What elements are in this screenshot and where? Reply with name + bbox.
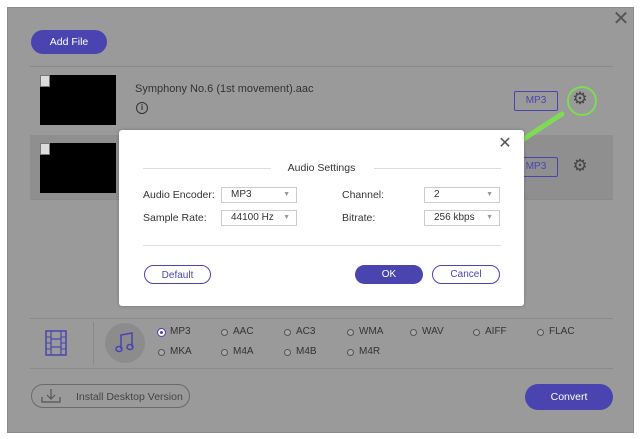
add-file-button[interactable]: Add File [31,30,107,54]
format-radio-wav[interactable] [410,329,417,336]
format-label-m4b: M4B [296,346,317,357]
format-label-aiff: AIFF [485,326,507,337]
format-label-ac3: AC3 [296,326,316,337]
bitrate-label: Bitrate: [342,212,376,224]
divider [93,322,94,364]
format-label-m4r: M4R [359,346,381,357]
format-label-aac: AAC [233,326,254,337]
caret-down-icon: ▼ [283,214,290,221]
format-label-m4a: M4A [233,346,254,357]
channel-label: Channel: [342,189,385,201]
format-radio-m4b[interactable] [284,349,291,356]
file-thumbnail [40,143,116,193]
format-label-wma: WMA [359,326,384,337]
format-label-mka: MKA [170,346,192,357]
close-icon[interactable]: ✕ [612,9,630,29]
divider [30,318,613,319]
format-radio-flac[interactable] [537,329,544,336]
audio-encoder-value: MP3 [231,189,252,200]
bitrate-select[interactable]: 256 kbps ▼ [424,210,500,226]
file-name: Symphony No.6 (1st movement).aac [135,83,314,95]
format-radio-m4a[interactable] [221,349,228,356]
sample-rate-select[interactable]: 44100 Hz ▼ [221,210,297,226]
file-thumbnail [40,75,116,125]
format-radio-ac3[interactable] [284,329,291,336]
sample-rate-label: Sample Rate: [143,212,207,224]
convert-button[interactable]: Convert [525,384,613,410]
format-radio-mka[interactable] [158,349,165,356]
format-radio-m4r[interactable] [347,349,354,356]
channel-value: 2 [434,189,440,200]
divider [143,245,501,246]
download-icon [41,389,61,403]
format-radio-wma[interactable] [347,329,354,336]
format-radio-aiff[interactable] [473,329,480,336]
caret-down-icon: ▼ [283,191,290,198]
install-desktop-button[interactable]: Install Desktop Version [31,384,190,408]
install-label: Install Desktop Version [76,391,183,403]
divider [30,368,613,369]
cancel-button[interactable]: Cancel [432,265,500,284]
close-icon[interactable]: ✕ [497,136,513,152]
music-note-icon [115,332,134,353]
format-label-wav: WAV [422,326,444,337]
format-label-flac: FLAC [549,326,575,337]
format-label-mp3: MP3 [170,326,191,337]
sample-rate-value: 44100 Hz [231,212,274,223]
channel-select[interactable]: 2 ▼ [424,187,500,203]
film-icon[interactable] [45,330,67,356]
audio-encoder-select[interactable]: MP3 ▼ [221,187,297,203]
format-radio-mp3[interactable] [157,328,166,337]
gear-icon[interactable]: ⚙ [570,156,590,176]
audio-tab[interactable] [105,323,145,363]
bitrate-value: 256 kbps [434,212,475,223]
audio-encoder-label: Audio Encoder: [143,189,215,201]
gear-highlight-circle [567,86,597,116]
caret-down-icon: ▼ [486,214,493,221]
info-icon[interactable]: i [136,102,148,114]
default-button[interactable]: Default [144,265,211,284]
audio-settings-dialog: ✕ Audio Settings Audio Encoder: MP3 ▼ Sa… [119,130,524,306]
dialog-title: Audio Settings [287,162,356,174]
format-radio-aac[interactable] [221,329,228,336]
ok-button[interactable]: OK [355,265,423,284]
caret-down-icon: ▼ [486,191,493,198]
